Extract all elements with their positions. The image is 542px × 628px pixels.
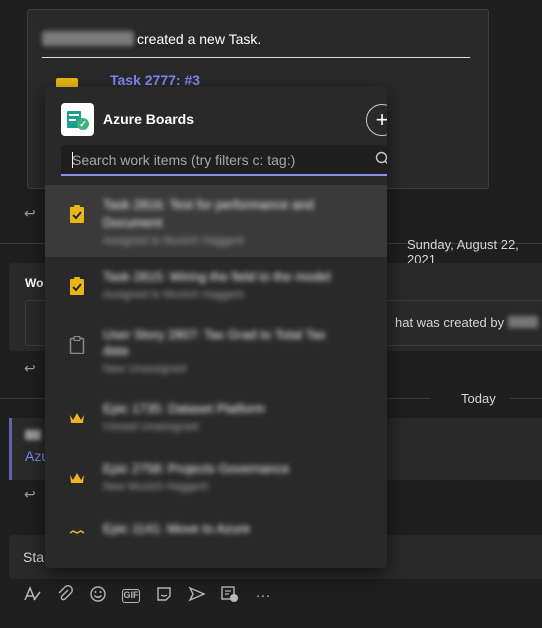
task-action-text: created a new Task. — [137, 31, 262, 47]
work-item-subtitle: New Unassigned — [103, 363, 187, 375]
attach-icon[interactable] — [53, 585, 77, 607]
work-item-title-cont: Document — [103, 215, 163, 230]
reply-icon[interactable]: ↩ — [24, 206, 38, 220]
work-item-subtitle: Assigned to Munich Haggerti — [103, 289, 244, 301]
work-item-subtitle: Assigned to Munich Haggerti — [103, 235, 244, 247]
task-clipboard-icon — [70, 277, 84, 295]
work-item-title-cont: data — [103, 343, 129, 358]
today-divider: Today — [461, 391, 496, 406]
work-item[interactable]: Task 2816: Test for performance and Docu… — [45, 185, 387, 257]
sticker-icon[interactable] — [152, 585, 176, 607]
compose-text: Sta — [23, 549, 45, 565]
divider — [510, 398, 542, 399]
compose-toolbar: GIF ··· — [20, 585, 284, 607]
format-icon[interactable] — [20, 585, 44, 607]
task-clipboard-icon — [70, 205, 84, 223]
work-item[interactable]: Epic 1141: Move to Azure — [45, 503, 387, 553]
azure-boards-popup: ✓ Azure Boards Task 2816: Test for perfo… — [45, 87, 387, 568]
azure-boards-logo: ✓ — [61, 103, 94, 136]
work-item-subtitle: Closed Unassigned — [103, 421, 199, 433]
check-icon: ✓ — [77, 118, 89, 130]
search-box[interactable] — [61, 145, 387, 176]
divider — [42, 57, 470, 58]
epic-crown-icon — [70, 473, 84, 483]
work-item-title: Epic 1735: Dataset Platform — [103, 401, 265, 416]
epic-crown-icon — [70, 413, 84, 423]
user-name — [25, 430, 41, 440]
card-title: Wo — [25, 276, 44, 290]
work-item-subtitle: New Munich Haggerti — [103, 481, 209, 493]
popup-header: ✓ Azure Boards — [45, 87, 387, 151]
work-item[interactable]: Epic 2758: Projects Governance New Munic… — [45, 443, 387, 503]
reply-icon[interactable]: ↩ — [24, 361, 38, 375]
azure-boards-icon[interactable] — [218, 585, 242, 607]
work-item-title: Task 2815: Wiring the field to the model — [103, 269, 331, 284]
meet-icon[interactable] — [185, 585, 209, 607]
user-name — [507, 316, 538, 328]
popup-title: Azure Boards — [103, 111, 195, 127]
work-item[interactable]: Task 2815: Wiring the field to the model… — [45, 257, 387, 313]
emoji-icon[interactable] — [86, 585, 110, 607]
work-item[interactable]: Epic 1735: Dataset Platform Closed Unass… — [45, 383, 387, 443]
search-icon[interactable] — [375, 151, 387, 167]
work-item-title: Epic 2758: Projects Governance — [103, 461, 290, 476]
work-item[interactable]: User Story 2807: Tax Grad to Total Tax d… — [45, 313, 387, 383]
search-input[interactable] — [61, 145, 361, 174]
work-item-title: User Story 2807: Tax Grad to Total Tax — [103, 327, 326, 342]
work-item-title: Epic 1141: Move to Azure — [103, 521, 251, 536]
epic-crown-icon — [69, 530, 85, 534]
more-icon[interactable]: ··· — [251, 585, 275, 607]
text-caret — [72, 152, 73, 168]
task-link[interactable]: Task 2777: #3 — [110, 72, 200, 88]
created-text: hat was created by — [395, 315, 505, 330]
work-item-title: Task 2816: Test for performance and — [103, 197, 314, 212]
user-name — [42, 31, 134, 46]
reply-icon[interactable]: ↩ — [24, 487, 38, 501]
gif-icon[interactable]: GIF — [122, 589, 140, 603]
user-story-icon — [69, 336, 85, 354]
accent-bar — [9, 418, 12, 480]
